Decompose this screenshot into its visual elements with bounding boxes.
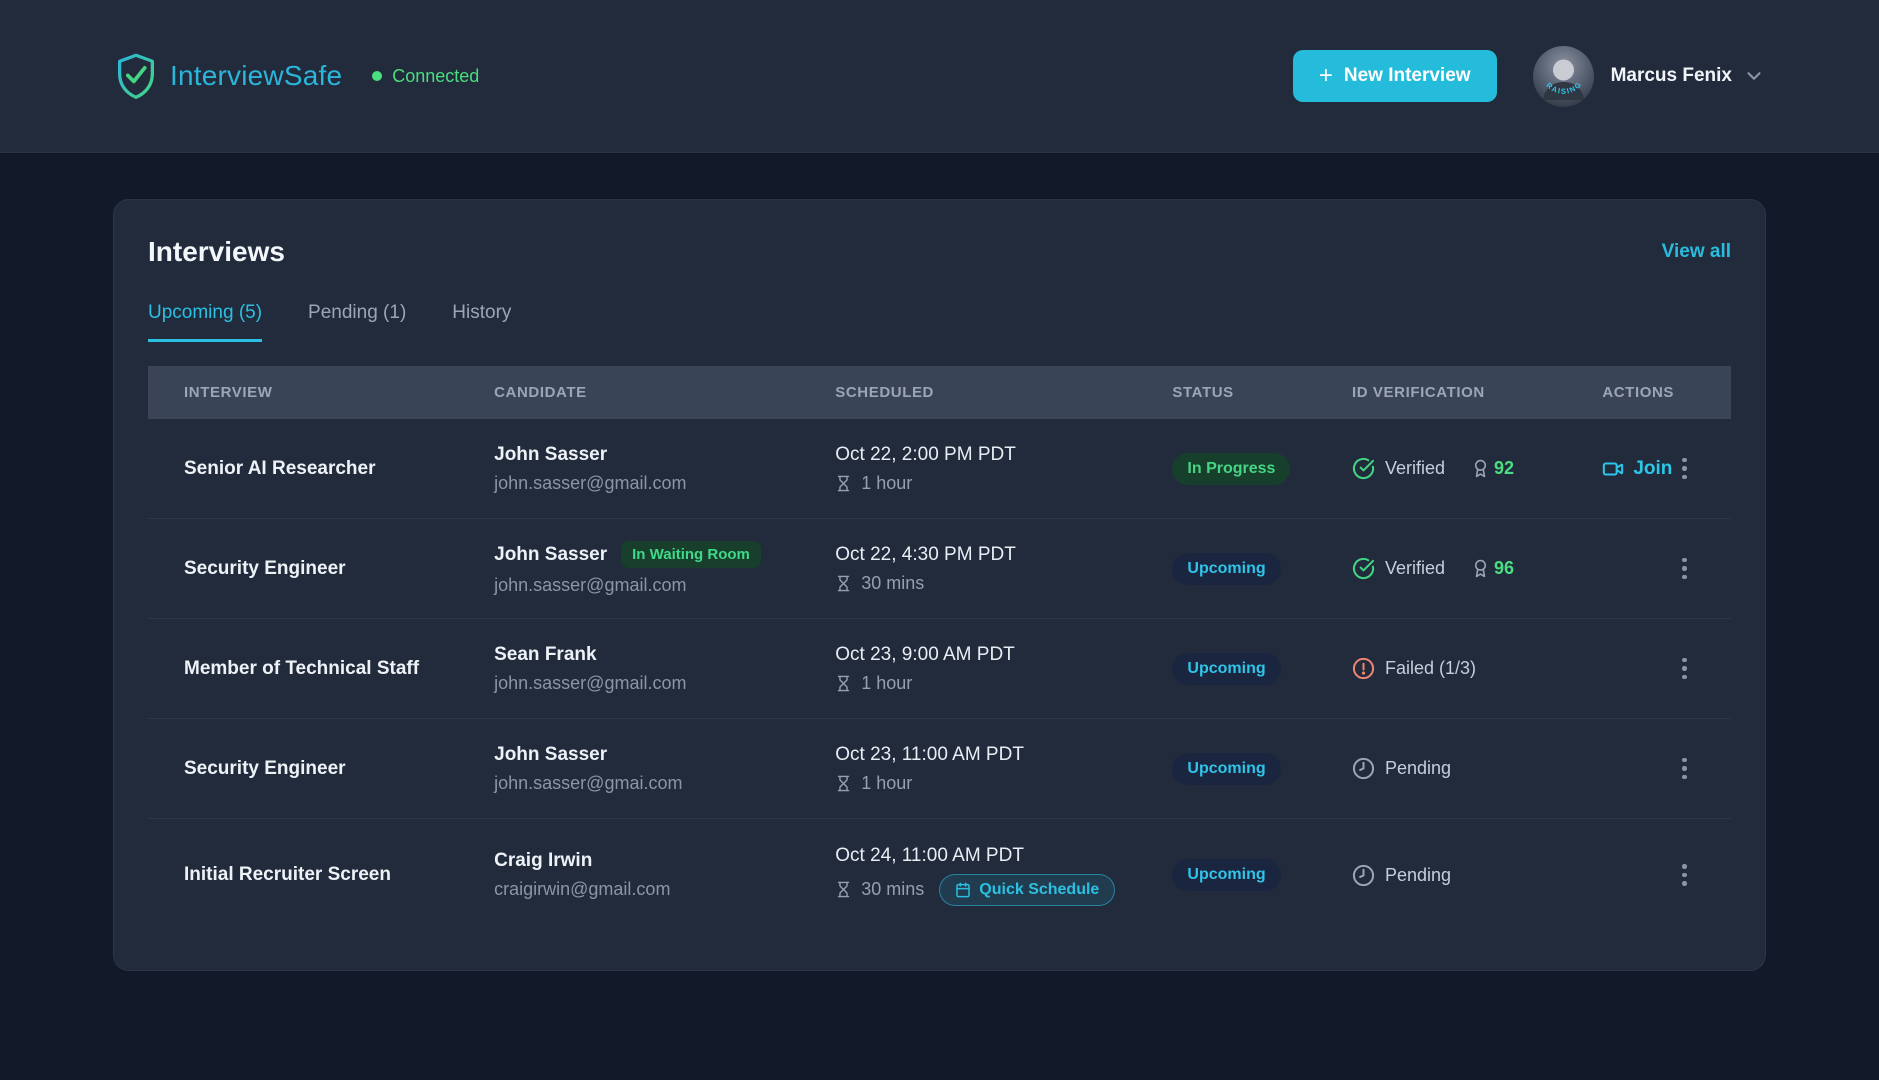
candidate-name: John Sasser <box>494 544 607 566</box>
interview-title: Senior AI Researcher <box>184 458 376 479</box>
score-value: 96 <box>1494 558 1514 579</box>
duration-label: 1 hour <box>861 473 912 494</box>
user-menu[interactable]: RAISING SEED Marcus Fenix <box>1533 46 1765 107</box>
schedule-datetime: Oct 24, 11:00 AM PDT <box>835 845 1172 867</box>
candidate-email: john.sasser@gmai.com <box>494 773 835 794</box>
interviews-table: Interview Candidate Scheduled Status ID … <box>148 366 1731 931</box>
candidate-email: john.sasser@gmail.com <box>494 673 835 694</box>
connection-dot-icon <box>372 71 382 81</box>
status-badge: Upcoming <box>1172 753 1280 785</box>
chevron-down-icon <box>1743 65 1765 87</box>
kebab-menu-button[interactable] <box>1676 652 1693 686</box>
tab-history[interactable]: History <box>452 302 511 342</box>
connection-status: Connected <box>372 66 479 87</box>
candidate-name: John Sasser <box>494 744 607 766</box>
waiting-room-badge: In Waiting Room <box>621 541 761 568</box>
interview-title: Initial Recruiter Screen <box>184 864 391 885</box>
quick-schedule-label: Quick Schedule <box>979 881 1099 899</box>
verification-label: Verified <box>1385 558 1445 579</box>
kebab-menu-button[interactable] <box>1676 552 1693 586</box>
duration-label: 1 hour <box>861 773 912 794</box>
status-badge: In Progress <box>1172 453 1290 485</box>
duration-label: 30 mins <box>861 573 924 594</box>
column-header-actions: Actions <box>1602 384 1731 401</box>
verification-score: 92 <box>1471 458 1514 479</box>
page-title: Interviews <box>148 236 285 268</box>
brand: InterviewSafe <box>114 52 342 100</box>
plus-icon: + <box>1319 64 1333 88</box>
column-header-interview: Interview <box>148 384 494 401</box>
view-all-link[interactable]: View all <box>1662 241 1731 263</box>
tab-bar: Upcoming (5) Pending (1) History <box>148 302 1731 342</box>
candidate-email: craigirwin@gmail.com <box>494 879 835 900</box>
hourglass-icon <box>835 575 852 592</box>
schedule-datetime: Oct 22, 4:30 PM PDT <box>835 544 1172 566</box>
hourglass-icon <box>835 881 852 898</box>
interview-title: Security Engineer <box>184 758 346 779</box>
candidate-name: Sean Frank <box>494 644 596 666</box>
connection-label: Connected <box>392 66 479 87</box>
join-button[interactable]: Join <box>1602 458 1672 480</box>
verification-label: Verified <box>1385 458 1445 479</box>
schedule-datetime: Oct 23, 11:00 AM PDT <box>835 744 1172 766</box>
verification-label: Pending <box>1385 865 1451 886</box>
interviews-card: Interviews View all Upcoming (5) Pending… <box>113 199 1766 971</box>
check-circle-icon <box>1352 557 1375 580</box>
table-row: Security Engineer John Sasser In Waiting… <box>148 519 1731 619</box>
clock-icon <box>1352 757 1375 780</box>
column-header-id-verification: ID Verification <box>1352 384 1602 401</box>
status-badge: Upcoming <box>1172 553 1280 585</box>
top-bar: InterviewSafe Connected + New Interview … <box>0 0 1879 153</box>
verification-label: Pending <box>1385 758 1451 779</box>
duration-label: 30 mins <box>861 879 924 900</box>
status-badge: Upcoming <box>1172 859 1280 891</box>
main-content: Interviews View all Upcoming (5) Pending… <box>0 153 1879 971</box>
quick-schedule-button[interactable]: Quick Schedule <box>939 874 1115 906</box>
verification-label: Failed (1/3) <box>1385 658 1476 679</box>
table-header-row: Interview Candidate Scheduled Status ID … <box>148 366 1731 419</box>
new-interview-label: New Interview <box>1344 65 1471 87</box>
status-badge: Upcoming <box>1172 653 1280 685</box>
candidate-name: John Sasser <box>494 444 607 466</box>
candidate-name: Craig Irwin <box>494 850 592 872</box>
join-label: Join <box>1633 458 1672 480</box>
kebab-menu-button[interactable] <box>1676 858 1693 892</box>
video-icon <box>1602 458 1624 480</box>
verification-score: 96 <box>1471 558 1514 579</box>
kebab-menu-button[interactable] <box>1676 452 1693 486</box>
hourglass-icon <box>835 475 852 492</box>
check-circle-icon <box>1352 457 1375 480</box>
tab-pending[interactable]: Pending (1) <box>308 302 406 342</box>
award-icon <box>1471 559 1490 578</box>
clock-icon <box>1352 864 1375 887</box>
alert-circle-icon <box>1352 657 1375 680</box>
table-row: Member of Technical Staff Sean Frank joh… <box>148 619 1731 719</box>
user-name: Marcus Fenix <box>1611 65 1732 87</box>
candidate-email: john.sasser@gmail.com <box>494 473 835 494</box>
hourglass-icon <box>835 775 852 792</box>
calendar-icon <box>955 882 971 898</box>
column-header-status: Status <box>1172 384 1352 401</box>
table-row: Senior AI Researcher John Sasser john.sa… <box>148 419 1731 519</box>
table-row: Security Engineer John Sasser john.sasse… <box>148 719 1731 819</box>
column-header-candidate: Candidate <box>494 384 835 401</box>
schedule-datetime: Oct 23, 9:00 AM PDT <box>835 644 1172 666</box>
score-value: 92 <box>1494 458 1514 479</box>
brand-name: InterviewSafe <box>170 60 342 92</box>
award-icon <box>1471 459 1490 478</box>
tab-upcoming[interactable]: Upcoming (5) <box>148 302 262 342</box>
shield-check-logo-icon <box>114 52 158 100</box>
kebab-menu-button[interactable] <box>1676 752 1693 786</box>
column-header-scheduled: Scheduled <box>835 384 1172 401</box>
interview-title: Member of Technical Staff <box>184 658 419 679</box>
new-interview-button[interactable]: + New Interview <box>1293 50 1497 102</box>
duration-label: 1 hour <box>861 673 912 694</box>
interview-title: Security Engineer <box>184 558 346 579</box>
candidate-email: john.sasser@gmail.com <box>494 575 835 596</box>
hourglass-icon <box>835 675 852 692</box>
table-row: Initial Recruiter Screen Craig Irwin cra… <box>148 819 1731 931</box>
avatar: RAISING SEED <box>1533 46 1594 107</box>
schedule-datetime: Oct 22, 2:00 PM PDT <box>835 444 1172 466</box>
